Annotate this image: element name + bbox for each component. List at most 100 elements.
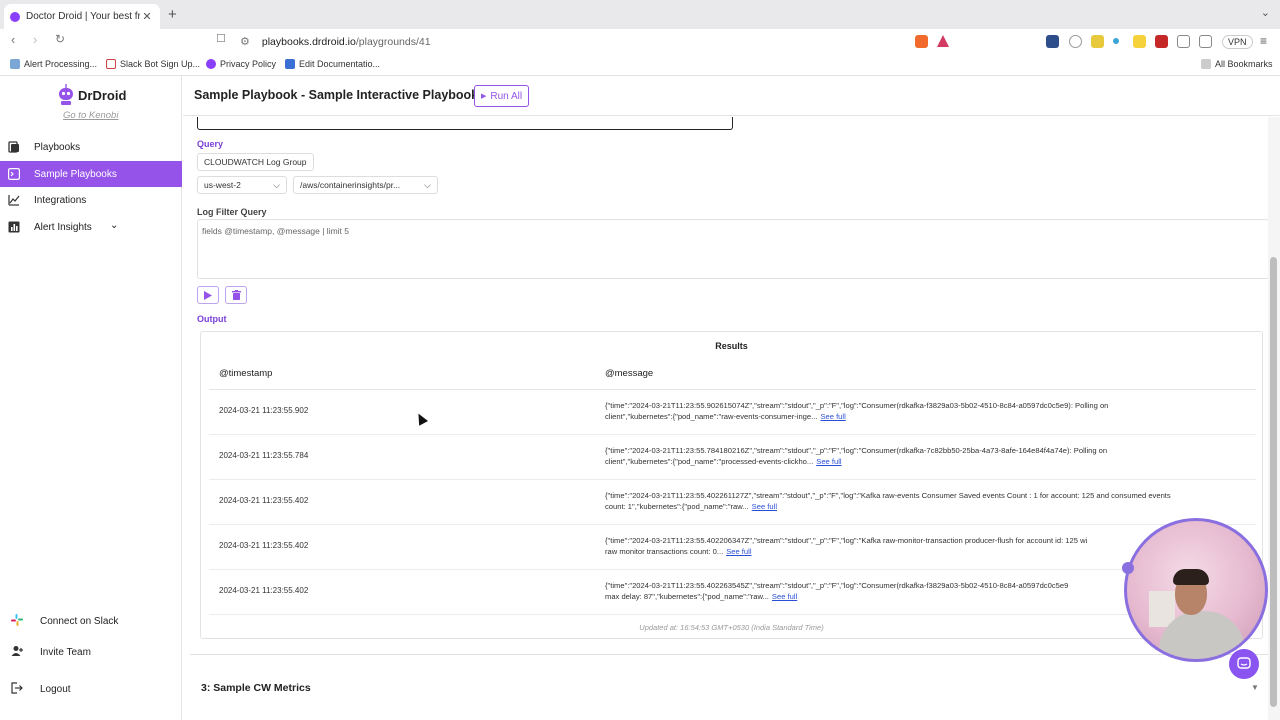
step-section-header[interactable]: 3: Sample CW Metrics ▼ xyxy=(190,654,1268,720)
chevron-down-icon[interactable]: ⌄ xyxy=(110,220,118,231)
vpn-button[interactable]: VPN xyxy=(1222,35,1253,49)
see-full-link[interactable]: See full xyxy=(816,457,841,466)
region-select[interactable]: us-west-2 ⌵ xyxy=(197,176,287,194)
page-header: Sample Playbook - Sample Interactive Pla… xyxy=(183,76,1280,116)
logout[interactable]: Logout xyxy=(0,678,182,700)
connect-on-slack[interactable]: Connect on Slack xyxy=(0,610,182,632)
sidebar-item-label: Playbooks xyxy=(34,141,81,153)
column-header: @timestamp xyxy=(219,368,273,379)
extension-notes-icon[interactable] xyxy=(1091,35,1104,48)
extension-arrow-icon[interactable] xyxy=(1133,35,1146,48)
message-line: count: 1","kubernetes":{"pod_name":"raw.… xyxy=(605,502,749,511)
delete-step-button[interactable] xyxy=(225,286,247,304)
extension-clock-icon[interactable] xyxy=(1069,35,1082,48)
message-line: client","kubernetes":{"pod_name":"proces… xyxy=(605,457,814,466)
see-full-link[interactable]: See full xyxy=(726,547,751,556)
message-line: client","kubernetes":{"pod_name":"raw-ev… xyxy=(605,412,818,421)
table-row: 2024-03-21 11:23:55.402 {"time":"2024-03… xyxy=(209,525,1256,570)
sidebar-item-playbooks[interactable]: Playbooks xyxy=(0,134,182,160)
drdroid-favicon-icon xyxy=(206,59,216,69)
app-sidebar: DrDroid Go to Kenobi Playbooks Sample Pl… xyxy=(0,76,182,720)
extension-pdf-icon[interactable] xyxy=(1155,35,1168,48)
run-step-button[interactable] xyxy=(197,286,219,304)
all-bookmarks-label: All Bookmarks xyxy=(1215,59,1273,69)
bookmark-label: Slack Bot Sign Up... xyxy=(120,59,201,69)
log-filter-query-value: fields @timestamp, @message | limit 5 xyxy=(202,226,350,236)
address-bar[interactable]: ⚙ playbooks.drdroid.io/playgrounds/41 xyxy=(232,31,958,52)
webcam-handle[interactable] xyxy=(1122,562,1134,574)
tab-list-chevron-icon[interactable]: ⌄ xyxy=(1261,6,1270,19)
step-title-input[interactable] xyxy=(197,117,733,130)
table-row: 2024-03-21 11:23:55.402 {"time":"2024-03… xyxy=(209,570,1256,615)
run-all-button[interactable]: ▶ Run All xyxy=(474,85,530,107)
sidebar-item-label: Integrations xyxy=(34,194,87,206)
chevron-down-icon[interactable]: ▼ xyxy=(1251,683,1259,692)
slack-icon xyxy=(10,613,24,629)
chevron-down-icon: ⌵ xyxy=(424,179,431,190)
playbook-step-content: Query CLOUDWATCH Log Group us-west-2 ⌵ /… xyxy=(183,117,1269,720)
page-title: Sample Playbook - Sample Interactive Pla… xyxy=(194,88,479,102)
see-full-link[interactable]: See full xyxy=(772,592,797,601)
bookmark-icon[interactable]: ☐ xyxy=(216,32,226,45)
extension-dot-icon[interactable] xyxy=(1113,38,1119,44)
timestamp-cell: 2024-03-21 11:23:55.402 xyxy=(219,541,309,550)
play-icon: ▶ xyxy=(481,93,487,100)
reload-icon[interactable]: ↻ xyxy=(55,32,65,46)
message-line: {"time":"2024-03-21T11:23:55.784180216Z"… xyxy=(605,446,1108,455)
terminal-icon xyxy=(8,168,20,180)
bookmark-label: Privacy Policy xyxy=(220,59,277,69)
close-tab-icon[interactable]: ✕ xyxy=(140,10,154,23)
invite-team[interactable]: Invite Team xyxy=(0,641,182,663)
bookmark-item[interactable]: Alert Processing... xyxy=(10,59,97,69)
browser-tab[interactable]: Doctor Droid | Your best frien ✕ xyxy=(4,4,160,29)
go-to-kenobi-link[interactable]: Go to Kenobi xyxy=(63,110,118,121)
new-tab-icon[interactable]: + xyxy=(168,6,177,23)
forward-icon[interactable]: › xyxy=(33,32,37,47)
back-icon[interactable]: ‹ xyxy=(11,32,15,47)
bookmark-item[interactable]: Slack Bot Sign Up... xyxy=(106,59,200,69)
chat-support-button[interactable] xyxy=(1229,649,1259,679)
bookmark-item[interactable]: Edit Documentatio... xyxy=(285,59,380,69)
gmail-icon xyxy=(106,59,116,69)
message-line: {"time":"2024-03-21T11:23:55.402206347Z"… xyxy=(605,536,1088,545)
all-bookmarks[interactable]: All Bookmarks xyxy=(1201,59,1273,69)
message-cell: {"time":"2024-03-21T11:23:55.402206347Z"… xyxy=(605,535,1145,557)
see-full-link[interactable]: See full xyxy=(820,412,845,421)
brave-rewards-icon[interactable] xyxy=(937,35,949,47)
brave-shield-icon[interactable] xyxy=(915,35,928,48)
extensions-puzzle-icon[interactable] xyxy=(1177,35,1190,48)
message-cell: {"time":"2024-03-21T11:23:55.902615074Z"… xyxy=(605,400,1185,422)
scrollbar-thumb[interactable] xyxy=(1270,257,1277,707)
docs-favicon-icon xyxy=(285,59,295,69)
site-settings-icon[interactable]: ⚙ xyxy=(240,35,250,48)
results-title: Results xyxy=(715,341,748,351)
bookmark-item[interactable]: Privacy Policy xyxy=(206,59,276,69)
browser-tab-bar: Doctor Droid | Your best frien ✕ + ⌄ xyxy=(0,0,1280,29)
results-panel: Results @timestamp @message 2024-03-21 1… xyxy=(200,331,1263,639)
log-filter-query-textarea[interactable]: fields @timestamp, @message | limit 5 xyxy=(197,219,1269,279)
drdroid-logo-icon xyxy=(59,84,73,105)
webcam-overlay xyxy=(1124,518,1268,662)
message-line: {"time":"2024-03-21T11:23:55.402261127Z"… xyxy=(605,491,1171,500)
side-panel-icon[interactable] xyxy=(1199,35,1212,48)
see-full-link[interactable]: See full xyxy=(752,502,777,511)
chat-icon xyxy=(1237,657,1251,669)
brand-logo[interactable]: DrDroid xyxy=(58,84,126,106)
brand-name: DrDroid xyxy=(78,87,127,103)
source-chip[interactable]: CLOUDWATCH Log Group xyxy=(197,153,314,171)
bookmarks-bar: Alert Processing... Slack Bot Sign Up...… xyxy=(0,54,1280,76)
play-icon xyxy=(204,290,212,300)
sidebar-item-sample-playbooks[interactable]: Sample Playbooks xyxy=(0,161,182,187)
bookmark-label: Alert Processing... xyxy=(24,59,98,69)
user-plus-icon xyxy=(10,645,24,660)
sidebar-item-alert-insights[interactable]: Alert Insights ⌄ xyxy=(0,214,182,240)
sidebar-item-label: Sample Playbooks xyxy=(34,168,117,180)
sidebar-item-integrations[interactable]: Integrations xyxy=(0,187,182,213)
browser-menu-icon[interactable]: ≡ xyxy=(1260,34,1267,48)
footer-label: Logout xyxy=(40,683,71,695)
page-scrollbar[interactable] xyxy=(1268,117,1280,720)
extension-calendar-icon[interactable] xyxy=(1046,35,1059,48)
tab-title: Doctor Droid | Your best frien xyxy=(26,11,140,22)
log-group-select[interactable]: /aws/containerinsights/pr... ⌵ xyxy=(293,176,438,194)
footer-label: Connect on Slack xyxy=(40,615,119,627)
